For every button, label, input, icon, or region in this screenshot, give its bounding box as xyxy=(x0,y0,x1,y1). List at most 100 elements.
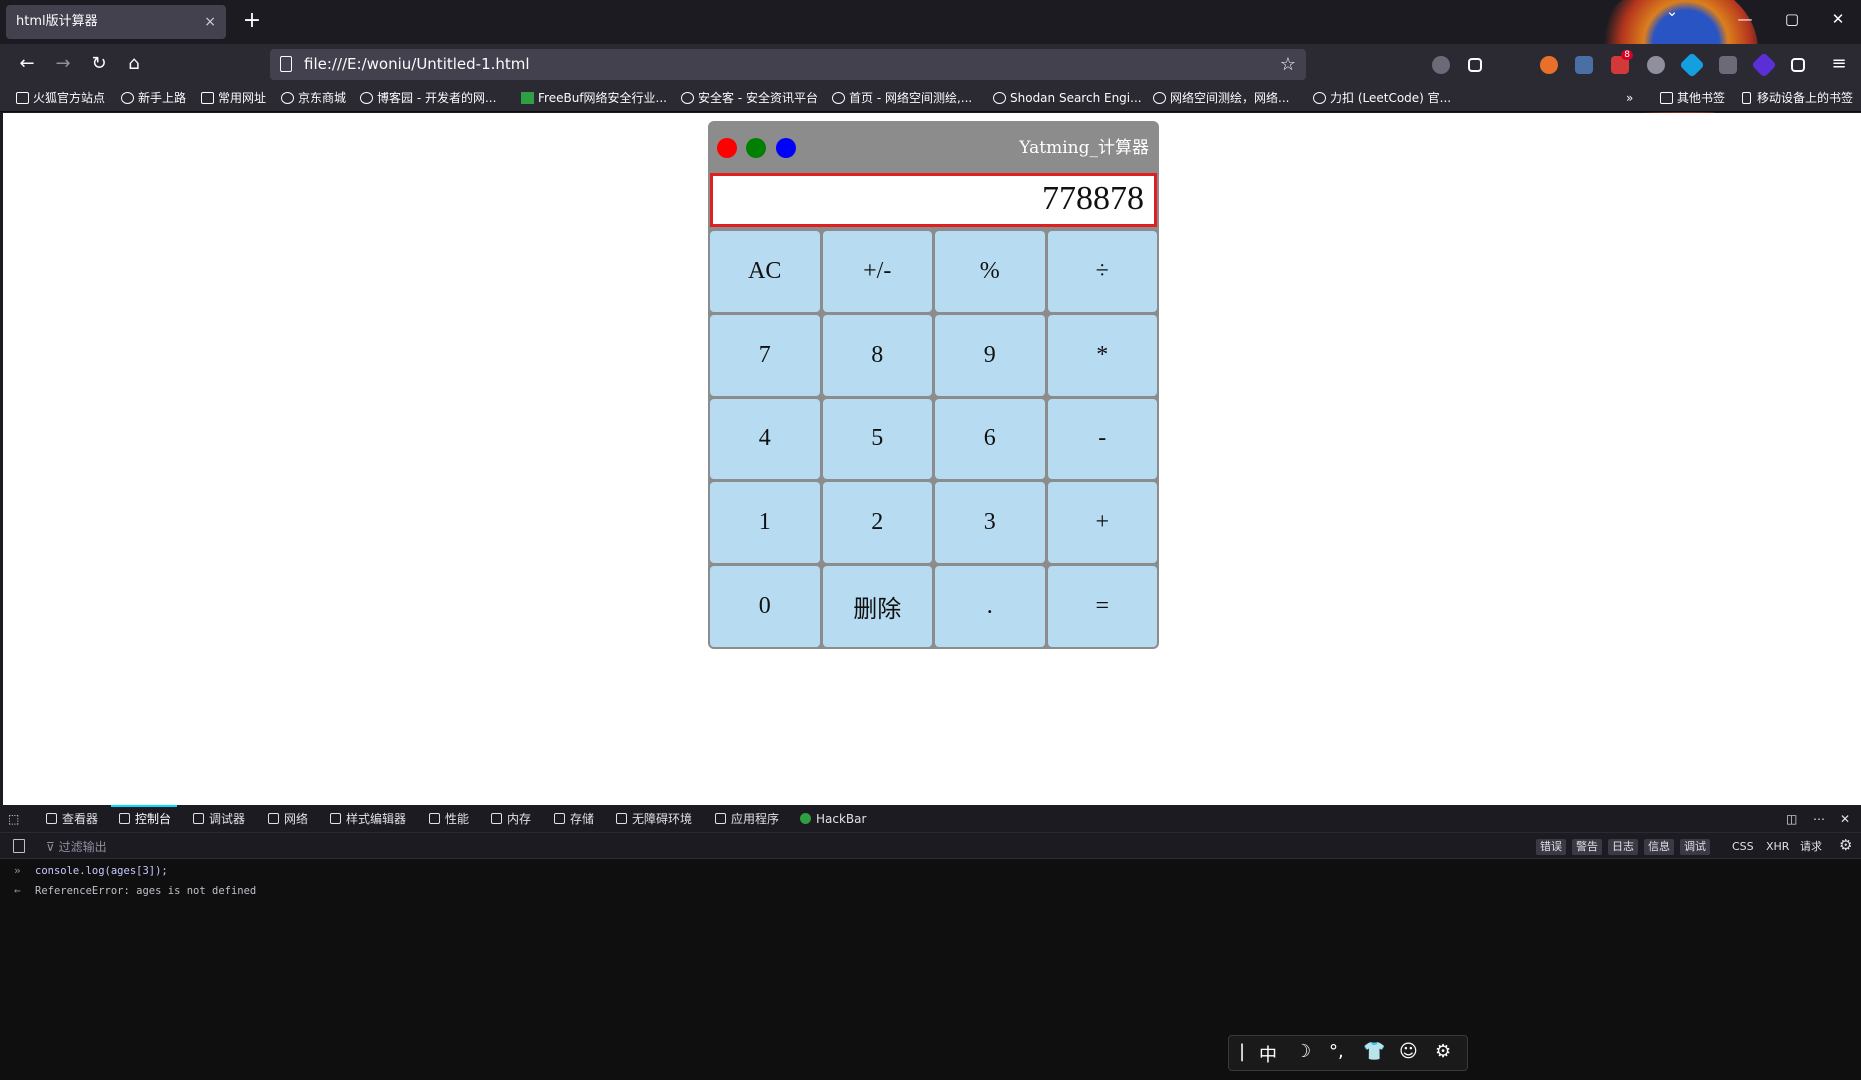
key-subtract[interactable]: - xyxy=(1047,398,1157,480)
accessibility-icon xyxy=(616,813,627,824)
filter-input[interactable]: ⊽ 过滤输出 xyxy=(46,838,107,855)
tab-accessibility[interactable]: 无障碍环境 xyxy=(614,805,692,833)
tab-memory[interactable]: 内存 xyxy=(489,805,531,833)
close-devtools-icon[interactable]: ✕ xyxy=(1840,805,1850,833)
bookmark-item[interactable]: 博客园 - 开发者的网... xyxy=(360,88,496,108)
bookmark-item[interactable]: 首页 - 网络空间测绘,... xyxy=(832,88,972,108)
bookmark-item[interactable]: 力扣 (LeetCode) 官... xyxy=(1313,88,1451,108)
tab-style-editor[interactable]: 样式编辑器 xyxy=(328,805,406,833)
green-dot-icon[interactable] xyxy=(746,138,766,158)
maximize-button[interactable]: ▢ xyxy=(1777,10,1807,28)
tab-close-icon[interactable]: × xyxy=(204,5,216,39)
key-3[interactable]: 3 xyxy=(935,482,1045,564)
menu-button[interactable]: ≡ xyxy=(1826,52,1852,76)
ime-settings-icon[interactable]: ⚙ xyxy=(1435,1041,1451,1062)
key-delete[interactable]: 删除 xyxy=(822,566,932,647)
tab-application[interactable]: 应用程序 xyxy=(713,805,779,833)
key-percent[interactable]: % xyxy=(935,231,1045,312)
key-4[interactable]: 4 xyxy=(710,398,820,480)
filter-xhr[interactable]: XHR xyxy=(1762,839,1793,855)
key-8[interactable]: 8 xyxy=(822,314,932,396)
extension-hat-icon[interactable] xyxy=(1647,56,1665,74)
bookmark-item[interactable]: Shodan Search Engi... xyxy=(993,88,1142,108)
key-5[interactable]: 5 xyxy=(822,398,932,480)
filter-requests[interactable]: 请求 xyxy=(1796,839,1826,855)
browser-tab[interactable]: html版计算器 × xyxy=(6,5,226,39)
key-2[interactable]: 2 xyxy=(822,482,932,564)
key-divide[interactable]: ÷ xyxy=(1047,231,1157,312)
globe-icon xyxy=(832,92,845,104)
ime-punctuation-icon[interactable]: °, xyxy=(1329,1041,1344,1062)
forward-button[interactable]: → xyxy=(50,52,76,76)
key-decimal[interactable]: . xyxy=(935,566,1045,647)
bookmark-star-icon[interactable]: ☆ xyxy=(1280,49,1296,80)
tab-performance[interactable]: 性能 xyxy=(427,805,469,833)
element-picker-icon[interactable]: ⬚ xyxy=(8,805,19,833)
key-9[interactable]: 9 xyxy=(935,314,1045,396)
key-1[interactable]: 1 xyxy=(710,482,820,564)
account-icon[interactable] xyxy=(1432,56,1450,74)
reload-button[interactable]: ↻ xyxy=(86,52,112,76)
key-equals[interactable]: = xyxy=(1047,566,1157,647)
new-tab-button[interactable]: + xyxy=(238,8,266,36)
other-bookmarks[interactable]: 其他书签 xyxy=(1660,88,1725,108)
key-6[interactable]: 6 xyxy=(935,398,1045,480)
clear-console-icon[interactable] xyxy=(13,839,25,853)
mobile-bookmarks[interactable]: 移动设备上的书签 xyxy=(1740,88,1853,108)
tab-inspector[interactable]: 查看器 xyxy=(44,805,98,833)
bookmark-item[interactable]: 安全客 - 安全资讯平台 xyxy=(681,88,818,108)
ime-moon-icon[interactable]: ☽ xyxy=(1295,1041,1311,1062)
filter-logs[interactable]: 日志 xyxy=(1608,839,1638,855)
key-multiply[interactable]: * xyxy=(1047,314,1157,396)
tab-console[interactable]: 控制台 xyxy=(110,805,178,833)
ime-skin-icon[interactable]: 👕 xyxy=(1363,1041,1385,1062)
ime-chinese-mode-icon[interactable]: 中 xyxy=(1259,1041,1277,1067)
minimize-button[interactable]: — xyxy=(1730,10,1760,28)
bookmark-item[interactable]: 京东商城 xyxy=(281,88,346,108)
bookmark-item[interactable]: 火狐官方站点 xyxy=(16,88,105,108)
back-button[interactable]: ← xyxy=(14,52,40,76)
extension-hex-icon[interactable] xyxy=(1679,52,1705,78)
address-bar[interactable]: file:///E:/woniu/Untitled-1.html ☆ xyxy=(270,49,1306,80)
bookmark-item[interactable]: FreeBuf网络安全行业... xyxy=(521,88,667,108)
more-options-icon[interactable]: ⋯ xyxy=(1813,805,1825,833)
filter-css[interactable]: CSS xyxy=(1728,839,1758,855)
memory-icon xyxy=(491,813,502,824)
bookmark-item[interactable]: 常用网址 xyxy=(201,88,266,108)
key-add[interactable]: + xyxy=(1047,482,1157,564)
key-negate[interactable]: +/- xyxy=(822,231,932,312)
key-ac[interactable]: AC xyxy=(710,231,820,312)
filter-debug[interactable]: 调试 xyxy=(1680,839,1710,855)
style-editor-icon xyxy=(330,813,341,824)
extension-mail-icon[interactable]: 8 xyxy=(1611,50,1633,74)
hackbar-icon xyxy=(800,813,811,824)
key-0[interactable]: 0 xyxy=(710,566,820,647)
tab-debugger[interactable]: 调试器 xyxy=(191,805,245,833)
extension-puzzle-grey-icon[interactable] xyxy=(1719,56,1737,74)
tab-network[interactable]: 网络 xyxy=(266,805,308,833)
extension-download-icon[interactable] xyxy=(1575,56,1593,74)
close-window-button[interactable]: ✕ xyxy=(1823,10,1853,28)
bookmark-item[interactable]: 网络空间测绘，网络... xyxy=(1153,88,1289,108)
console-settings-icon[interactable]: ⚙ xyxy=(1839,837,1855,853)
filter-warnings[interactable]: 警告 xyxy=(1572,839,1602,855)
ime-emoji-icon[interactable]: ☺ xyxy=(1399,1041,1418,1062)
extension-fox-icon[interactable] xyxy=(1540,56,1558,74)
red-dot-icon[interactable] xyxy=(717,138,737,158)
tab-list-chevron-icon[interactable]: ⌄ xyxy=(1657,2,1687,20)
tab-hackbar[interactable]: HackBar xyxy=(798,805,866,833)
key-7[interactable]: 7 xyxy=(710,314,820,396)
extensions-puzzle-icon[interactable] xyxy=(1791,58,1805,72)
home-button[interactable]: ⌂ xyxy=(121,52,147,76)
console-icon xyxy=(119,813,130,824)
screenshot-icon[interactable] xyxy=(1468,58,1482,72)
bookmarks-bar: 火狐官方站点 新手上路 常用网址 京东商城 博客园 - 开发者的网... Fre… xyxy=(0,84,1861,112)
bookmark-item[interactable]: 新手上路 xyxy=(121,88,186,108)
blue-dot-icon[interactable] xyxy=(776,138,796,158)
filter-errors[interactable]: 错误 xyxy=(1536,839,1566,855)
filter-info[interactable]: 信息 xyxy=(1644,839,1674,855)
extension-diamond-icon[interactable] xyxy=(1751,52,1777,78)
dock-side-icon[interactable]: ◫ xyxy=(1786,805,1797,833)
tab-storage[interactable]: 存储 xyxy=(552,805,594,833)
bookmarks-overflow-button[interactable]: » xyxy=(1626,88,1633,108)
